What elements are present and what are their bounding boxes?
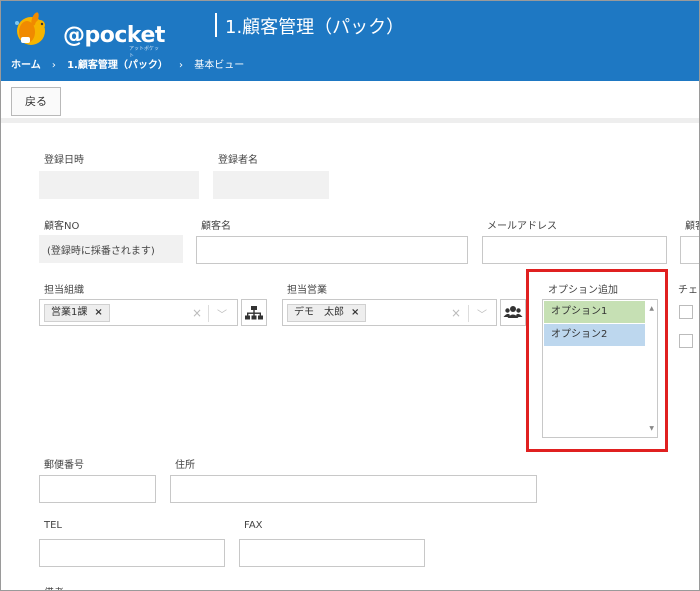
app-window: @pocket アットポケット 1.顧客管理（パック） ホーム › 1.顧客管理…	[0, 0, 700, 591]
app-header: @pocket アットポケット 1.顧客管理（パック） ホーム › 1.顧客管理…	[1, 1, 699, 81]
option-item[interactable]: オプション2	[544, 324, 645, 346]
option-listbox[interactable]: オプション1 オプション2 ▲ ▼	[542, 299, 658, 438]
breadcrumb-separator: ›	[51, 60, 56, 71]
sales-tag-label: デモ 太郎	[294, 307, 344, 318]
select-divider	[468, 305, 469, 322]
breadcrumb-current: 基本ビュー	[194, 60, 245, 71]
address-label: 住所	[175, 460, 195, 471]
org-tree-button[interactable]	[241, 299, 267, 326]
reg-date-field	[39, 171, 199, 199]
breadcrumb: ホーム › 1.顧客管理（パック） › 基本ビュー	[11, 56, 244, 71]
customer-name-input[interactable]	[196, 236, 468, 264]
org-chart-icon	[245, 306, 263, 320]
checkbox[interactable]	[679, 305, 693, 319]
checkbox[interactable]	[679, 334, 693, 348]
option-label: オプション追加	[548, 285, 618, 296]
breadcrumb-separator: ›	[179, 60, 184, 71]
check-label: チェ	[678, 285, 698, 296]
customer-no-label: 顧客NO	[44, 221, 80, 232]
email-label: メールアドレス	[487, 221, 557, 232]
reg-user-label: 登録者名	[218, 155, 258, 166]
org-tag-label: 営業1課	[51, 307, 88, 318]
scroll-up-icon[interactable]: ▲	[649, 305, 654, 312]
toolbar: 戻る	[1, 81, 699, 123]
chevron-down-icon[interactable]: ﹀	[477, 306, 487, 321]
customer-extra-input[interactable]	[680, 236, 699, 264]
page-title: 1.顧客管理（パック）	[225, 17, 405, 38]
clear-icon[interactable]: ×	[451, 306, 461, 320]
users-icon	[503, 306, 523, 318]
user-select-button[interactable]	[500, 299, 526, 326]
tag-remove-icon[interactable]: ×	[351, 307, 359, 318]
org-label: 担当組織	[44, 285, 84, 296]
tel-input[interactable]	[39, 539, 225, 567]
chevron-down-icon[interactable]: ﹀	[217, 306, 227, 321]
title-divider	[215, 13, 217, 37]
clear-icon[interactable]: ×	[192, 306, 202, 320]
remarks-label: 備考	[44, 584, 64, 590]
sales-select[interactable]: デモ 太郎 × × ﹀	[282, 299, 497, 326]
org-tag: 営業1課 ×	[44, 304, 110, 322]
customer-name-label: 顧客名	[201, 221, 231, 232]
sales-label: 担当営業	[287, 285, 327, 296]
org-select[interactable]: 営業1課 × × ﹀	[39, 299, 238, 326]
pocket-logo[interactable]: @pocket アットポケット	[11, 9, 165, 59]
address-input[interactable]	[170, 475, 537, 503]
reg-user-field	[213, 171, 329, 199]
sales-tag: デモ 太郎 ×	[287, 304, 367, 322]
scroll-down-icon[interactable]: ▼	[649, 425, 654, 432]
fax-input[interactable]	[239, 539, 425, 567]
reg-date-label: 登録日時	[44, 155, 84, 166]
tel-label: TEL	[44, 520, 62, 531]
customer-no-value: (登録時に採番されます)	[47, 246, 155, 257]
breadcrumb-home[interactable]: ホーム	[11, 60, 41, 71]
tag-remove-icon[interactable]: ×	[94, 307, 102, 318]
back-button[interactable]: 戻る	[11, 87, 61, 116]
breadcrumb-section[interactable]: 1.顧客管理（パック）	[67, 60, 168, 71]
option-item[interactable]: オプション1	[544, 301, 645, 323]
kangaroo-icon	[15, 12, 45, 45]
postal-input[interactable]	[39, 475, 156, 503]
fax-label: FAX	[244, 520, 263, 531]
postal-label: 郵便番号	[44, 460, 84, 471]
select-divider	[208, 305, 209, 322]
customer-extra-label: 顧客	[685, 221, 699, 232]
email-input[interactable]	[482, 236, 667, 264]
